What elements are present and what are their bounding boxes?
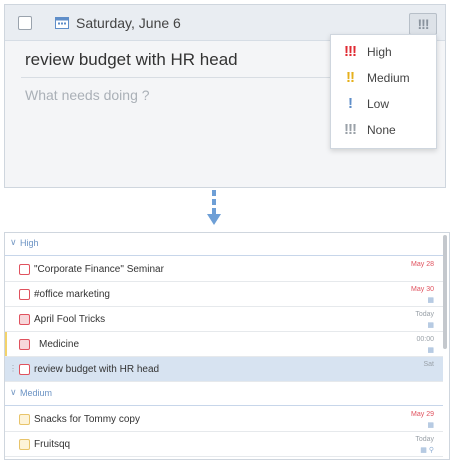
list-item[interactable]: #office marketing May 30 ▦ — [5, 282, 443, 307]
task-title-input[interactable]: review budget with HR head — [25, 50, 238, 70]
priority-option-label: Medium — [367, 71, 410, 85]
group-name: Medium — [20, 388, 53, 398]
priority-option-medium[interactable]: !! Medium — [331, 65, 436, 91]
calendar-icon: ▦ — [427, 297, 434, 304]
task-title: "Corporate Finance" Seminar — [34, 264, 164, 275]
task-title: April Fool Tricks — [34, 314, 106, 325]
calendar-icon: ▦ ⚲ — [420, 447, 434, 454]
chevron-down-icon[interactable]: ∨ — [10, 237, 17, 248]
due-date-day: Saturday — [76, 15, 131, 31]
task-checkbox[interactable] — [19, 289, 30, 300]
task-checkbox[interactable] — [19, 339, 30, 350]
calendar-icon[interactable] — [55, 16, 69, 29]
priority-option-label: High — [367, 45, 392, 59]
group-header-high[interactable]: ∨ High — [5, 233, 443, 256]
group-name: High — [20, 238, 39, 248]
task-description-input[interactable]: What needs doing ? — [25, 87, 150, 103]
task-title: review budget with HR head — [34, 364, 160, 375]
task-checkbox[interactable] — [19, 264, 30, 275]
calendar-icon: ▦ — [427, 347, 434, 354]
list-item[interactable]: Fruitsqq Today ▦ ⚲ — [5, 432, 443, 457]
calendar-icon: ▦ — [427, 422, 434, 429]
task-title: Medicine — [39, 339, 80, 350]
task-title: Snacks for Tommy copy — [34, 414, 140, 425]
task-checkbox[interactable] — [18, 16, 32, 30]
priority-button[interactable]: !!! — [409, 13, 437, 35]
group-header-medium[interactable]: ∨ Medium — [5, 383, 443, 406]
due-date-separator: , — [131, 15, 135, 31]
task-date: May 30 — [411, 286, 434, 293]
arrow-down-icon — [207, 190, 221, 225]
task-title: #office marketing — [34, 289, 110, 300]
priority-option-label: None — [367, 123, 396, 137]
task-date: 00:00 — [416, 336, 434, 343]
priority-high-icon: !!! — [344, 43, 357, 60]
due-date[interactable]: Saturday, June 6 — [76, 15, 181, 31]
list-item-selected[interactable]: ⋮⋮ review budget with HR head Sat — [5, 357, 443, 382]
row-accent — [5, 332, 7, 356]
list-item[interactable]: April Fool Tricks Today ▦ — [5, 307, 443, 332]
list-item[interactable]: Medicine 00:00 ▦ — [5, 332, 443, 357]
priority-medium-icon: !! — [346, 69, 355, 86]
task-checkbox[interactable] — [19, 314, 30, 325]
list-item[interactable]: Snacks for Tommy copy May 29 ▦ — [5, 407, 443, 432]
task-checkbox[interactable] — [19, 364, 30, 375]
priority-option-low[interactable]: ! Low — [331, 91, 436, 117]
list-item[interactable]: "Corporate Finance" Seminar May 28 — [5, 257, 443, 282]
priority-option-label: Low — [367, 97, 390, 111]
task-list: ∨ High "Corporate Finance" Seminar May 2… — [4, 232, 450, 460]
priority-menu: !!! High !! Medium ! Low !!! None — [330, 34, 437, 149]
task-date: Sat — [423, 361, 434, 368]
task-checkbox[interactable] — [19, 414, 30, 425]
location-icon: ⚲ — [428, 447, 434, 454]
priority-option-high[interactable]: !!! High — [331, 39, 436, 65]
task-checkbox[interactable] — [19, 439, 30, 450]
task-date: Today — [415, 311, 434, 318]
chevron-down-icon[interactable]: ∨ — [10, 387, 17, 398]
task-title: Fruitsqq — [34, 439, 71, 450]
list-scrollbar[interactable] — [443, 235, 447, 349]
task-date: May 29 — [411, 411, 434, 418]
task-date: Today — [415, 436, 434, 443]
priority-low-icon: ! — [348, 95, 353, 112]
priority-option-none[interactable]: !!! None — [331, 117, 436, 143]
due-date-rest: June 6 — [138, 15, 181, 31]
calendar-icon: ▦ — [427, 322, 434, 329]
task-date: May 28 — [411, 261, 434, 268]
priority-none-icon: !!! — [344, 121, 357, 138]
